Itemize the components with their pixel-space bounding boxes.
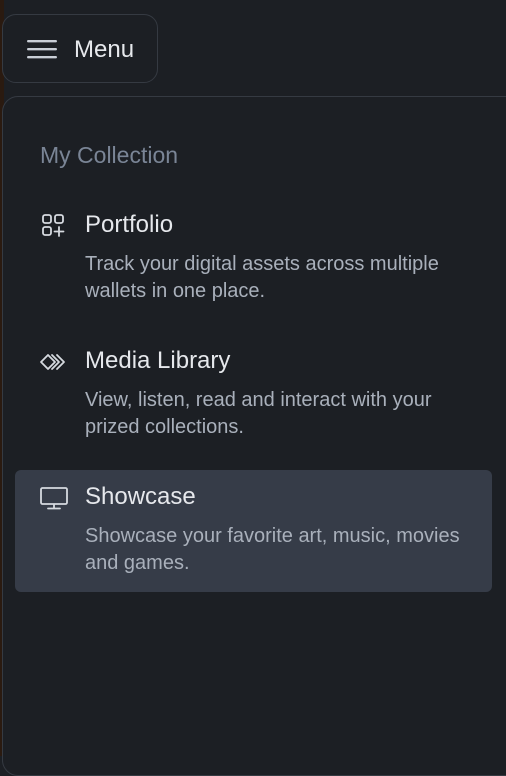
menu-item-title: Showcase (85, 483, 196, 510)
menu-item-title: Portfolio (85, 211, 174, 238)
layered-diamonds-icon (40, 354, 65, 370)
menu-item-portfolio[interactable]: Portfolio Track your digital assets acro… (15, 198, 492, 320)
menu-button[interactable]: Menu (2, 14, 158, 83)
menu-item-description: Showcase your favorite art, music, movie… (85, 525, 460, 574)
menu-label: Menu (74, 36, 135, 63)
grid-plus-icon (42, 214, 65, 237)
menu-item-title: Media Library (85, 347, 231, 374)
menu-item-showcase[interactable]: Showcase Showcase your favorite art, mus… (15, 470, 492, 592)
section-title: My Collection (40, 142, 179, 168)
menu-item-description: Track your digital assets across multipl… (85, 253, 439, 302)
monitor-icon (40, 487, 68, 510)
hamburger-icon (27, 40, 57, 59)
menu-item-media-library[interactable]: Media Library View, listen, read and int… (15, 334, 492, 456)
menu-item-description: View, listen, read and interact with you… (85, 389, 432, 438)
